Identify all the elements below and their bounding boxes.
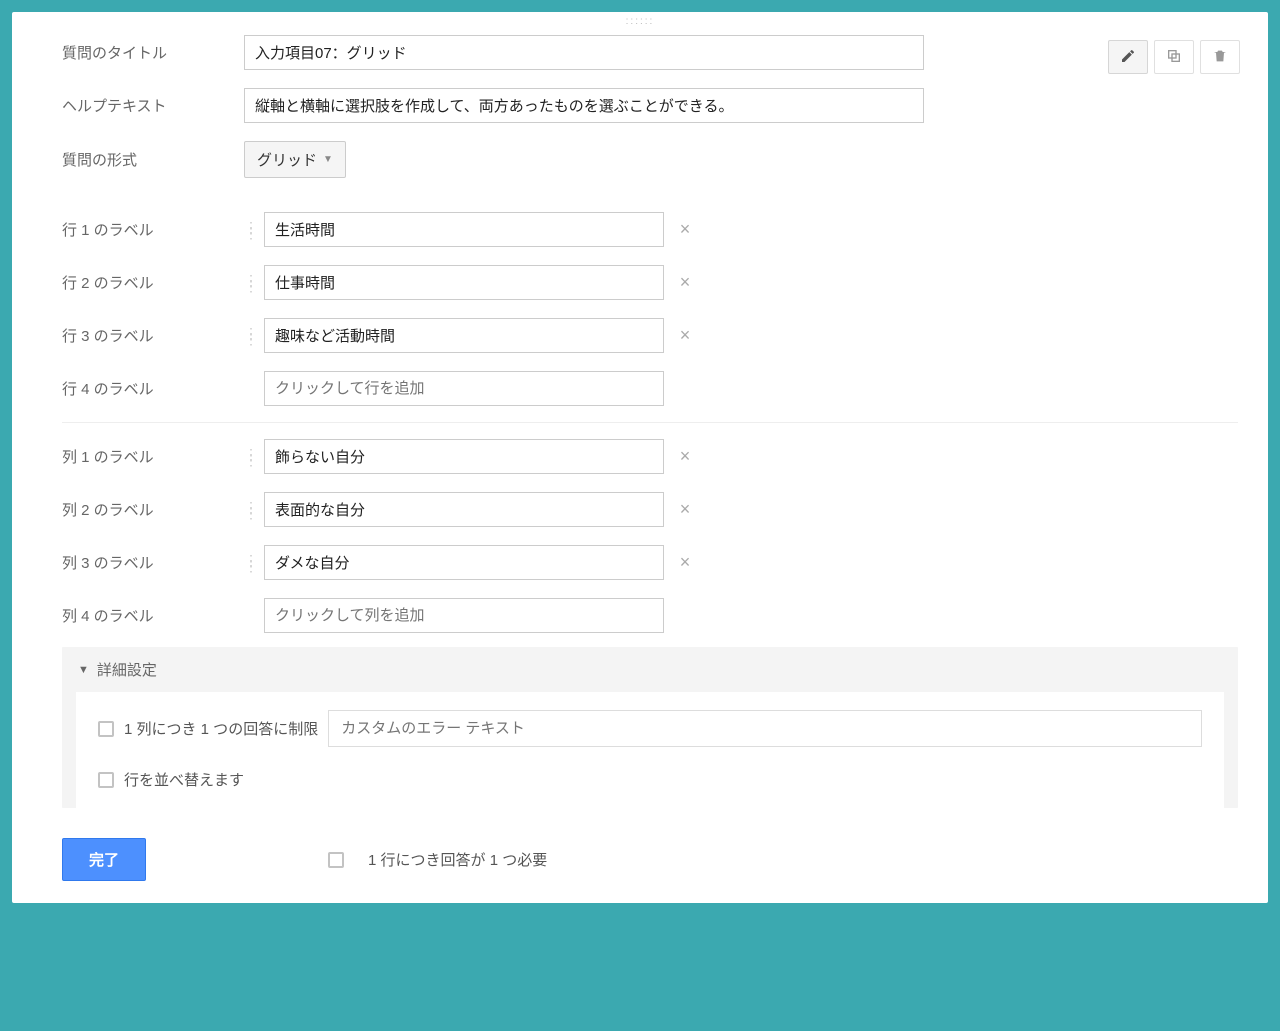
- col4-label: 列 4 のラベル: [62, 605, 244, 626]
- col1-input[interactable]: [264, 439, 664, 474]
- drag-handle-icon[interactable]: ⋮⋮⋮⋮: [244, 330, 258, 342]
- row2-input[interactable]: [264, 265, 664, 300]
- toolbar: [1108, 40, 1240, 74]
- copy-icon: [1166, 48, 1182, 67]
- row1-input[interactable]: [264, 212, 664, 247]
- remove-col-button[interactable]: ×: [676, 552, 694, 573]
- remove-col-button[interactable]: ×: [676, 446, 694, 467]
- help-text-label: ヘルプテキスト: [62, 95, 244, 116]
- question-type-label: 質問の形式: [62, 149, 244, 170]
- row3-input[interactable]: [264, 318, 664, 353]
- row4-label: 行 4 のラベル: [62, 378, 244, 399]
- row3-label: 行 3 のラベル: [62, 325, 244, 346]
- drag-handle-icon[interactable]: ⋮⋮⋮⋮: [244, 557, 258, 569]
- require-one-checkbox[interactable]: [328, 852, 344, 868]
- require-one-label: 1 行につき回答が 1 つ必要: [368, 849, 547, 870]
- limit-one-checkbox[interactable]: [98, 721, 114, 737]
- delete-button[interactable]: [1200, 40, 1240, 74]
- row2-label: 行 2 のラベル: [62, 272, 244, 293]
- drag-handle-icon[interactable]: ⋮⋮⋮⋮: [244, 277, 258, 289]
- col3-input[interactable]: [264, 545, 664, 580]
- row1-label: 行 1 のラベル: [62, 219, 244, 240]
- limit-one-label: 1 列につき 1 つの回答に制限: [124, 718, 318, 739]
- remove-row-button[interactable]: ×: [676, 219, 694, 240]
- add-col-input[interactable]: [264, 598, 664, 633]
- question-type-dropdown[interactable]: グリッド ▼: [244, 141, 346, 178]
- advanced-settings-label: 詳細設定: [97, 659, 157, 680]
- done-button[interactable]: 完了: [62, 838, 146, 881]
- shuffle-checkbox[interactable]: [98, 772, 114, 788]
- question-title-input[interactable]: [244, 35, 924, 70]
- shuffle-label: 行を並べ替えます: [124, 769, 244, 790]
- add-row-input[interactable]: [264, 371, 664, 406]
- drag-handle-icon[interactable]: ⋮⋮⋮⋮: [244, 224, 258, 236]
- col1-label: 列 1 のラベル: [62, 446, 244, 467]
- advanced-settings-toggle[interactable]: ▼ 詳細設定: [62, 647, 1238, 692]
- error-text-input[interactable]: [328, 710, 1202, 747]
- col2-input[interactable]: [264, 492, 664, 527]
- col2-label: 列 2 のラベル: [62, 499, 244, 520]
- pencil-icon: [1120, 48, 1136, 67]
- drag-handle-icon[interactable]: ⋮⋮⋮⋮: [244, 504, 258, 516]
- edit-button[interactable]: [1108, 40, 1148, 74]
- remove-row-button[interactable]: ×: [676, 272, 694, 293]
- duplicate-button[interactable]: [1154, 40, 1194, 74]
- remove-col-button[interactable]: ×: [676, 499, 694, 520]
- col3-label: 列 3 のラベル: [62, 552, 244, 573]
- question-title-label: 質問のタイトル: [62, 42, 244, 63]
- caret-down-icon: ▼: [78, 664, 89, 676]
- chevron-down-icon: ▼: [323, 154, 333, 165]
- trash-icon: [1212, 48, 1228, 67]
- remove-row-button[interactable]: ×: [676, 325, 694, 346]
- help-text-input[interactable]: [244, 88, 924, 123]
- divider: [62, 422, 1238, 423]
- panel-drag-handle[interactable]: ::::::: [12, 12, 1268, 29]
- drag-handle-icon[interactable]: ⋮⋮⋮⋮: [244, 451, 258, 463]
- question-type-value: グリッド: [257, 149, 317, 170]
